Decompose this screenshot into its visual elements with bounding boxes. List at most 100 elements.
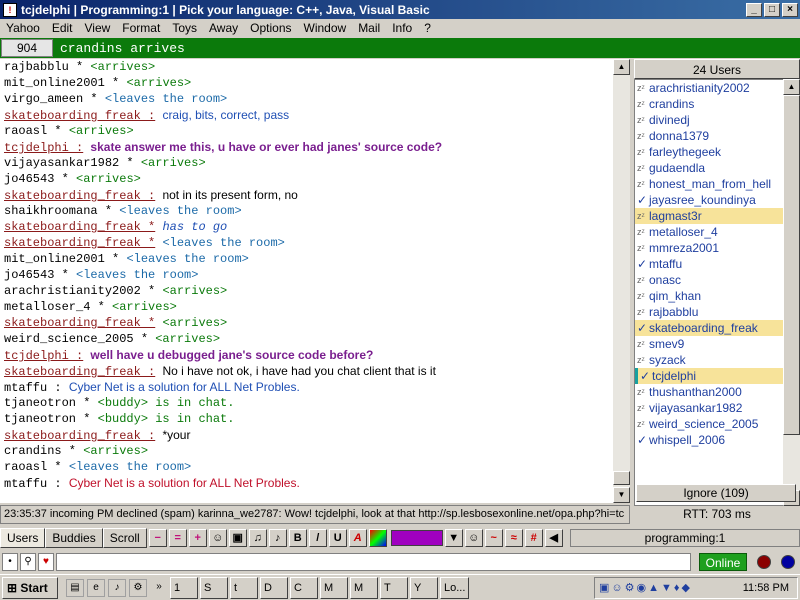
voice-icon[interactable]: ♪ — [268, 529, 287, 547]
user-list-item[interactable]: zᶻ thushanthan2000 — [635, 384, 799, 400]
back-arrow-icon[interactable]: ◀ — [544, 529, 563, 547]
chat-nick[interactable]: raoasl — [4, 124, 47, 138]
wave2-icon[interactable]: ≈ — [504, 529, 523, 547]
chat-nick[interactable]: skateboarding_freak : — [4, 189, 155, 203]
user-list[interactable]: zᶻ arachristianity2002 zᶻ crandins zᶻ divined… — [634, 79, 800, 506]
browser-icon[interactable]: e — [87, 578, 105, 597]
emoticon-icon[interactable]: ☺ — [208, 529, 227, 547]
chat-nick[interactable]: jo46543 — [4, 268, 54, 282]
maximize-button[interactable]: □ — [764, 2, 780, 17]
menu-yahoo[interactable]: Yahoo — [0, 21, 46, 35]
user-list-item[interactable]: zᶻ metalloser_4 — [635, 224, 799, 240]
task-button-4[interactable]: D — [260, 576, 288, 599]
chat-nick[interactable]: arachristianity2002 — [4, 284, 141, 298]
start-button[interactable]: ⊞ Start — [2, 576, 58, 599]
chat-nick[interactable]: mit_online2001 — [4, 76, 105, 90]
chat-log[interactable]: rajbabblu * <arrives> mit_online2001 * <a… — [0, 59, 613, 503]
bold-icon[interactable]: B — [288, 529, 307, 547]
user-list-item[interactable]: ✓ tcjdelphi — [635, 368, 799, 384]
italic-icon[interactable]: / — [308, 529, 327, 547]
chat-nick[interactable]: tjaneotron — [4, 412, 76, 426]
chat-nick[interactable]: skateboarding freak : — [4, 109, 155, 123]
user-list-item[interactable]: zᶻ mmreza2001 — [635, 240, 799, 256]
task-button-8[interactable]: T — [380, 576, 408, 599]
scroll-thumb[interactable] — [613, 471, 630, 485]
user-list-item[interactable]: ✓ skateboarding_freak — [635, 320, 799, 336]
more-icon[interactable]: » — [150, 579, 168, 597]
user-list-item[interactable]: zᶻ qim_khan — [635, 288, 799, 304]
blue-dot-icon[interactable] — [781, 555, 795, 569]
music-icon[interactable]: ♫ — [248, 529, 267, 547]
font-larger-icon[interactable]: + — [188, 529, 207, 547]
user-scroll-up-icon[interactable]: ▲ — [783, 79, 800, 95]
menu-format[interactable]: Format — [116, 21, 166, 35]
chat-nick[interactable]: skateboarding_freak * — [4, 316, 155, 330]
red-dot-icon[interactable] — [757, 555, 771, 569]
user-list-item[interactable]: ✓ jayasree_koundinya — [635, 192, 799, 208]
chat-nick[interactable]: rajbabblu — [4, 60, 69, 74]
chat-nick[interactable]: skateboarding_freak * — [4, 236, 155, 250]
scroll-up-icon[interactable]: ▲ — [613, 59, 630, 75]
menu-edit[interactable]: Edit — [46, 21, 79, 35]
chat-nick[interactable]: virgo_ameen — [4, 92, 83, 106]
user-list-item[interactable]: ✓ mtaffu — [635, 256, 799, 272]
task-button-7[interactable]: M — [350, 576, 378, 599]
task-button-2[interactable]: S — [200, 576, 228, 599]
menu-toys[interactable]: Toys — [166, 21, 203, 35]
chat-nick[interactable]: mit_online2001 — [4, 252, 105, 266]
user-list-item[interactable]: zᶻ crandins — [635, 96, 799, 112]
scroll-down-icon[interactable]: ▼ — [613, 487, 630, 503]
desktop-icon[interactable]: ▤ — [66, 578, 84, 597]
task-button-6[interactable]: M — [320, 576, 348, 599]
chat-nick[interactable]: mtaffu : — [4, 477, 62, 491]
task-button-5[interactable]: C — [290, 576, 318, 599]
chat-nick[interactable]: skateboarding_freak : — [4, 365, 155, 379]
chat-nick[interactable]: tjaneotron — [4, 396, 76, 410]
user-scrollbar[interactable]: ▲ ▼ — [783, 79, 800, 506]
task-button-1[interactable]: 1 — [170, 576, 198, 599]
color-palette-icon[interactable] — [368, 529, 387, 547]
chat-scrollbar[interactable]: ▲ ▼ — [613, 59, 630, 503]
close-button[interactable]: × — [782, 2, 798, 17]
search-icon[interactable]: ⚲ — [20, 553, 36, 571]
user-list-item[interactable]: ✓ whispell_2006 — [635, 432, 799, 448]
chat-nick[interactable]: tcjdelphi : — [4, 349, 83, 363]
menu-info[interactable]: Info — [386, 21, 418, 35]
menu-window[interactable]: Window — [298, 21, 353, 35]
menu-view[interactable]: View — [79, 21, 117, 35]
color-dropdown-icon[interactable]: ▼ — [444, 529, 463, 547]
tab-scroll[interactable]: Scroll — [102, 528, 147, 548]
ignore-button[interactable]: Ignore (109) — [636, 484, 796, 502]
user-list-item[interactable]: zᶻ onasc — [635, 272, 799, 288]
user-list-item[interactable]: zᶻ vijayasankar1982 — [635, 400, 799, 416]
chat-nick[interactable]: weird_science_2005 — [4, 332, 134, 346]
task-button-10[interactable]: Lo... — [440, 576, 470, 599]
user-list-item[interactable]: zᶻ smev9 — [635, 336, 799, 352]
bullet-icon[interactable]: • — [2, 553, 18, 571]
user-list-item[interactable]: zᶻ lagmast3r — [635, 208, 799, 224]
chat-nick[interactable]: skateboarding_freak : — [4, 429, 155, 443]
underline-icon[interactable]: U — [328, 529, 347, 547]
wave-icon[interactable]: ~ — [484, 529, 503, 547]
font-smaller-icon[interactable]: − — [148, 529, 167, 547]
chat-nick[interactable]: tcjdelphi : — [4, 141, 83, 155]
user-scroll-thumb[interactable] — [783, 95, 800, 435]
user-list-item[interactable]: zᶻ syzack — [635, 352, 799, 368]
menu-away[interactable]: Away — [203, 21, 244, 35]
font-equal-icon[interactable]: = — [168, 529, 187, 547]
menu-mail[interactable]: Mail — [352, 21, 386, 35]
image-icon[interactable]: ▣ — [228, 529, 247, 547]
task-button-3[interactable]: t — [230, 576, 258, 599]
menu-options[interactable]: Options — [244, 21, 297, 35]
online-status-button[interactable]: Online — [699, 553, 747, 571]
user-list-item[interactable]: zᶻ gudaendla — [635, 160, 799, 176]
text-color-icon[interactable]: A — [348, 529, 367, 547]
minimize-button[interactable]: _ — [746, 2, 762, 17]
tool-icon[interactable]: ⚙ — [129, 578, 147, 597]
user-list-item[interactable]: zᶻ arachristianity2002 — [635, 80, 799, 96]
user-list-item[interactable]: zᶻ donna1379 — [635, 128, 799, 144]
menu-help[interactable]: ? — [418, 21, 437, 35]
tab-users[interactable]: Users — [0, 528, 46, 548]
tray-icons[interactable]: ▣☺⚙◉▲▼♦◆ — [599, 578, 692, 598]
room-name-field[interactable]: programming:1 — [570, 529, 800, 547]
